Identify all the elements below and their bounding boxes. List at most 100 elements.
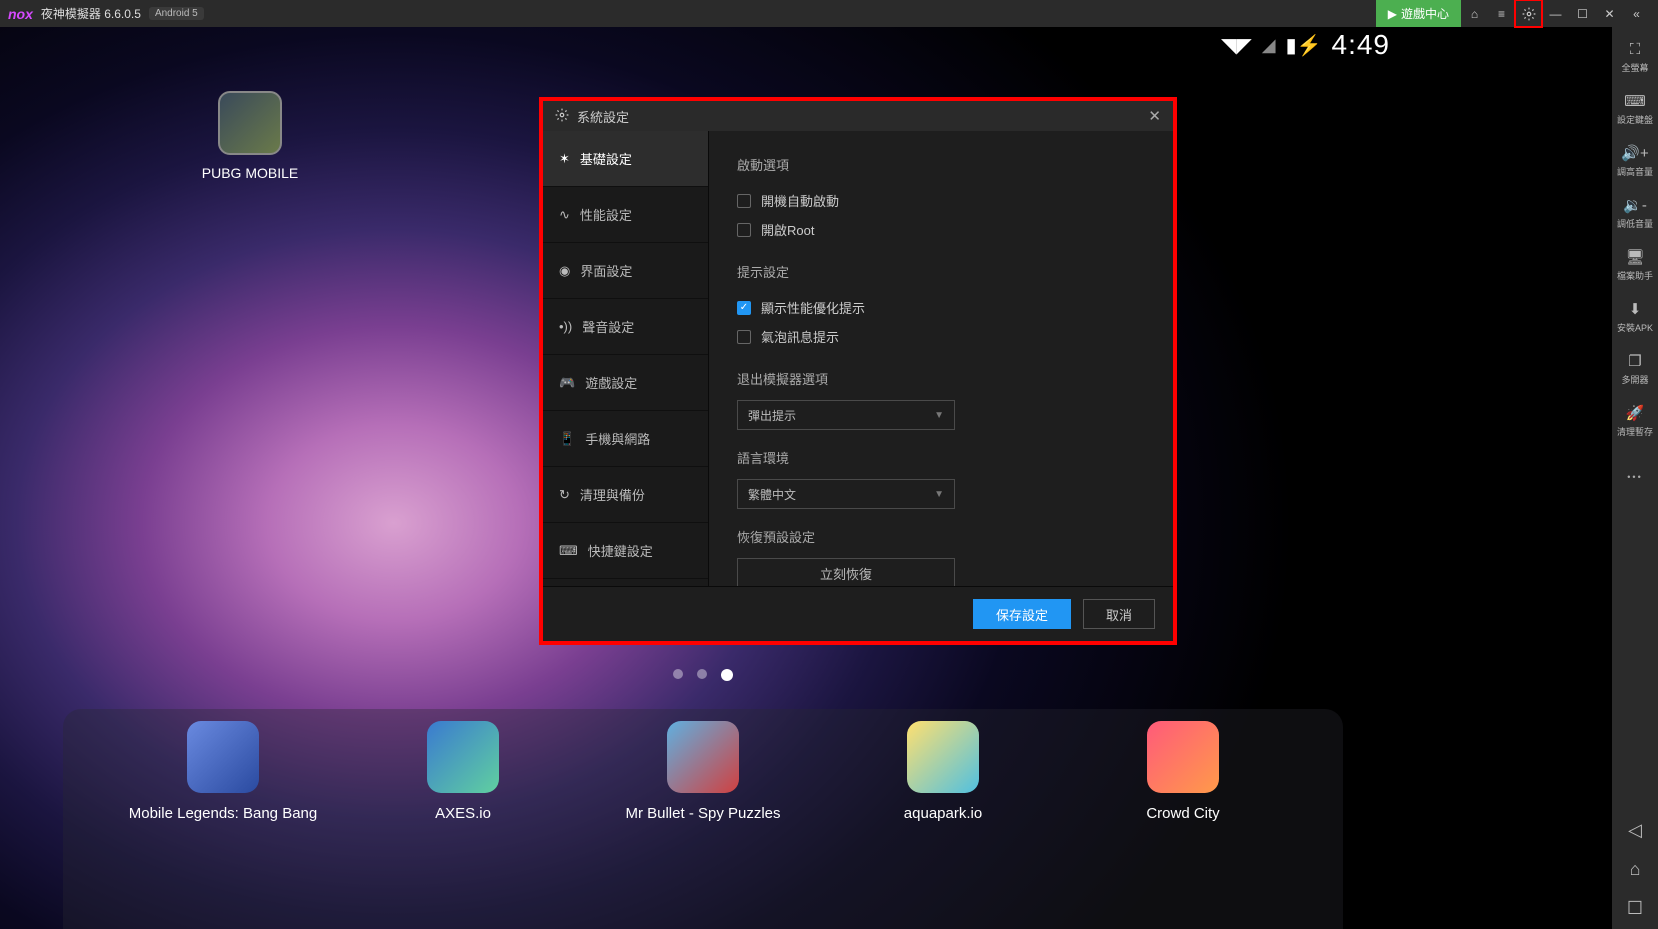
dock-app-icon xyxy=(1147,721,1219,793)
settings-tab-6[interactable]: ↻清理與備份 xyxy=(543,467,708,523)
checkbox-perf-hint[interactable]: ✓顯示性能優化提示 xyxy=(737,293,1145,322)
clock: 4:49 xyxy=(1332,29,1391,61)
dock-item-1[interactable]: AXES.io xyxy=(363,721,563,929)
section-language: 語言環境 xyxy=(737,448,1145,467)
android-status-bar: ◥◤ ◢ ▮⚡ 4:49 xyxy=(1221,27,1406,63)
nox-logo: nox xyxy=(8,6,33,22)
toolbar-icon: ❐ xyxy=(1628,352,1641,370)
dialog-header: 系統設定 ✕ xyxy=(543,101,1173,131)
game-center-button[interactable]: ▶ 遊戲中心 xyxy=(1376,0,1461,27)
dock-item-3[interactable]: aquapark.io xyxy=(843,721,1043,929)
page-indicator[interactable] xyxy=(673,669,733,681)
cancel-button[interactable]: 取消 xyxy=(1083,599,1155,629)
section-startup: 啟動選項 xyxy=(737,155,1145,174)
app-title: 夜神模擬器 6.6.0.5 xyxy=(41,5,141,22)
select-exit-option[interactable]: 彈出提示▼ xyxy=(737,400,955,430)
checkbox-bubble-hint[interactable]: 氣泡訊息提示 xyxy=(737,322,1145,351)
tab-icon: ◉ xyxy=(559,263,570,279)
toolbar-item-0[interactable]: ⛶ 全螢幕 xyxy=(1612,33,1658,81)
menu-icon[interactable]: ≡ xyxy=(1488,0,1515,27)
home-icon[interactable]: ⌂ xyxy=(1461,0,1488,27)
toolbar-item-7[interactable]: 🚀清理暫存 xyxy=(1612,397,1658,445)
tab-icon: •)) xyxy=(559,319,572,334)
checkbox-root[interactable]: 開啟Root xyxy=(737,215,1145,244)
toolbar-label: 全螢幕 xyxy=(1621,61,1648,74)
annotation-arrow xyxy=(1190,57,1204,71)
recent-icon[interactable]: ☐ xyxy=(1627,898,1643,919)
app-icon-pubg[interactable]: PUBG MOBILE xyxy=(180,91,320,181)
settings-tab-0[interactable]: ✶基礎設定 xyxy=(543,131,708,187)
toolbar-label: 調高音量 xyxy=(1617,165,1653,178)
toolbar-more[interactable]: ••• xyxy=(1612,453,1658,501)
settings-tab-1[interactable]: ∿性能設定 xyxy=(543,187,708,243)
dock-app-label: Mobile Legends: Bang Bang xyxy=(123,805,323,822)
signal-icon: ◢ xyxy=(1262,35,1276,56)
chevron-down-icon: ▼ xyxy=(934,489,944,500)
settings-tab-4[interactable]: 🎮遊戲設定 xyxy=(543,355,708,411)
settings-icon[interactable] xyxy=(1515,0,1542,27)
wifi-icon: ◥◤ xyxy=(1221,33,1252,58)
dock-app-icon xyxy=(907,721,979,793)
settings-tab-2[interactable]: ◉界面設定 xyxy=(543,243,708,299)
settings-tab-5[interactable]: 📱手機與網路 xyxy=(543,411,708,467)
dialog-footer: 保存設定 取消 xyxy=(543,586,1173,641)
select-language[interactable]: 繁體中文▼ xyxy=(737,479,955,509)
battery-icon: ▮⚡ xyxy=(1286,33,1322,58)
close-window-icon[interactable]: ✕ xyxy=(1596,0,1623,27)
toolbar-item-3[interactable]: 🔉- 調低音量 xyxy=(1612,189,1658,237)
section-exit: 退出模擬器選項 xyxy=(737,369,1145,388)
settings-tab-3[interactable]: •))聲音設定 xyxy=(543,299,708,355)
dialog-content: 啟動選項 開機自動啟動 開啟Root 提示設定 ✓顯示性能優化提示 氣泡訊息提示… xyxy=(709,131,1173,586)
dialog-close-icon[interactable]: ✕ xyxy=(1148,107,1161,125)
window-titlebar: nox 夜神模擬器 6.6.0.5 Android 5 ▶ 遊戲中心 ⌂ ≡ —… xyxy=(0,0,1658,27)
toolbar-label: 檔案助手 xyxy=(1617,269,1653,282)
play-icon: ▶ xyxy=(1388,7,1397,21)
right-toolbar: ⛶ 全螢幕 ⌨設定鍵盤 🔊+ 調高音量 🔉- 調低音量 🖥 檔案助手 ⬇ 安裝APK ❐ 多開器 🚀清理暫… xyxy=(1612,27,1658,929)
section-hints: 提示設定 xyxy=(737,262,1145,281)
dialog-sidebar: ✶基礎設定∿性能設定◉界面設定•))聲音設定🎮遊戲設定📱手機與網路↻清理與備份⌨… xyxy=(543,131,709,586)
system-settings-dialog: 系統設定 ✕ ✶基礎設定∿性能設定◉界面設定•))聲音設定🎮遊戲設定📱手機與網路… xyxy=(543,101,1173,641)
dock-item-4[interactable]: Crowd City xyxy=(1083,721,1283,929)
tab-icon: ∿ xyxy=(559,207,570,223)
toolbar-icon: ⬇ xyxy=(1629,300,1642,318)
dock-item-0[interactable]: Mobile Legends: Bang Bang xyxy=(123,721,323,929)
toolbar-item-4[interactable]: 🖥 檔案助手 xyxy=(1612,241,1658,289)
gear-icon xyxy=(555,108,569,125)
toolbar-item-6[interactable]: ❐ 多開器 xyxy=(1612,345,1658,393)
maximize-icon[interactable]: ☐ xyxy=(1569,0,1596,27)
toolbar-icon: 🖥 xyxy=(1625,248,1644,266)
toolbar-label: 設定鍵盤 xyxy=(1617,113,1653,126)
reset-button[interactable]: 立刻恢復 xyxy=(737,558,955,586)
toolbar-icon: ⛶ xyxy=(1630,41,1641,58)
toolbar-item-2[interactable]: 🔊+ 調高音量 xyxy=(1612,137,1658,185)
dock-app-icon xyxy=(667,721,739,793)
toolbar-label: 多開器 xyxy=(1621,373,1648,386)
tab-icon: 📱 xyxy=(559,431,575,447)
game-center-label: 遊戲中心 xyxy=(1401,5,1449,22)
save-button[interactable]: 保存設定 xyxy=(973,599,1071,629)
back-icon[interactable]: ◁ xyxy=(1628,820,1642,841)
home-icon[interactable]: ⌂ xyxy=(1630,859,1641,880)
chevron-down-icon: ▼ xyxy=(934,410,944,421)
toolbar-label: 安裝APK xyxy=(1617,321,1653,334)
settings-tab-7[interactable]: ⌨快捷鍵設定 xyxy=(543,523,708,579)
tab-icon: ⌨ xyxy=(559,543,578,559)
dock-app-icon xyxy=(187,721,259,793)
toolbar-item-5[interactable]: ⬇ 安裝APK xyxy=(1612,293,1658,341)
dock-app-label: Crowd City xyxy=(1083,805,1283,822)
tab-icon: 🎮 xyxy=(559,375,575,391)
dock-item-2[interactable]: Mr Bullet - Spy Puzzles xyxy=(603,721,803,929)
dock-app-icon xyxy=(427,721,499,793)
collapse-sidebar-icon[interactable]: « xyxy=(1623,0,1650,27)
tab-icon: ✶ xyxy=(559,151,570,167)
toolbar-label: 調低音量 xyxy=(1617,217,1653,230)
minimize-icon[interactable]: — xyxy=(1542,0,1569,27)
toolbar-icon: 🔊+ xyxy=(1621,144,1648,162)
dock: Mobile Legends: Bang Bang AXES.io Mr Bulle… xyxy=(63,709,1343,929)
checkbox-autostart[interactable]: 開機自動啟動 xyxy=(737,186,1145,215)
section-reset: 恢復預設設定 xyxy=(737,527,1145,546)
toolbar-item-1[interactable]: ⌨設定鍵盤 xyxy=(1612,85,1658,133)
toolbar-icon: 🚀 xyxy=(1626,404,1645,422)
toolbar-icon: 🔉- xyxy=(1623,196,1647,214)
dock-app-label: AXES.io xyxy=(363,805,563,822)
